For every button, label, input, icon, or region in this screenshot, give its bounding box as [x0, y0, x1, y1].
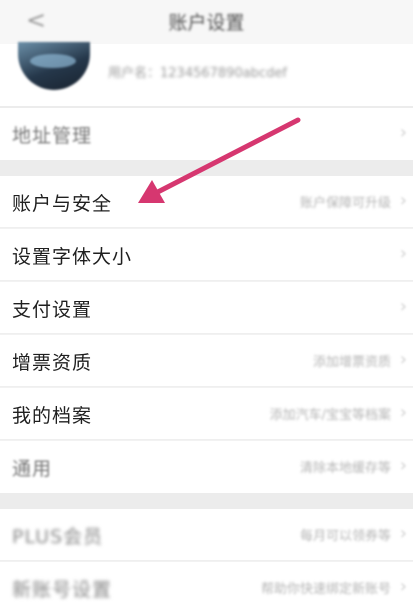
annotation-arrow-icon: [138, 117, 301, 203]
